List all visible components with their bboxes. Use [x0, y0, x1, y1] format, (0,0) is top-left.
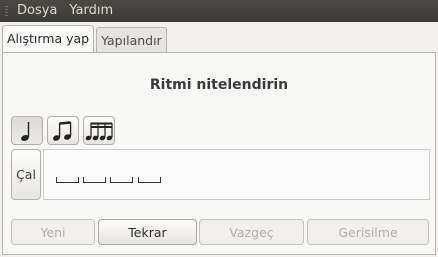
- tab-practice[interactable]: Alıştırma yap: [2, 25, 95, 53]
- menu-dosya[interactable]: Dosya: [11, 0, 63, 22]
- eighth-notes-icon: [53, 120, 72, 141]
- quarter-note-button[interactable]: [11, 116, 43, 145]
- backspace-button[interactable]: Gerisilme: [307, 219, 429, 245]
- beat-slot[interactable]: [83, 177, 106, 183]
- quarter-note-icon: [21, 121, 30, 141]
- beat-slot[interactable]: [138, 177, 161, 183]
- rhythm-answer-area[interactable]: [43, 149, 430, 200]
- eighth-notes-button[interactable]: [47, 116, 79, 145]
- give-up-button[interactable]: Vazgeç: [199, 219, 304, 245]
- play-button[interactable]: Çal: [11, 149, 41, 200]
- tab-configure[interactable]: Yapılandır: [96, 27, 167, 53]
- beat-slot[interactable]: [56, 177, 79, 183]
- sixteenth-notes-icon: [85, 122, 113, 140]
- sixteenth-notes-button[interactable]: [83, 116, 115, 145]
- exercise-title: Ritmi nitelendirin: [149, 77, 289, 93]
- notebook: Alıştırma yap Yapılandır Ritmi nitelendi…: [2, 25, 436, 255]
- repeat-button[interactable]: Tekrar: [98, 219, 197, 245]
- menubar-grip[interactable]: [1, 0, 11, 22]
- menu-yardim[interactable]: Yardım: [63, 0, 119, 22]
- beat-slot[interactable]: [110, 177, 133, 183]
- menubar: Dosya Yardım: [0, 0, 438, 22]
- new-button[interactable]: Yeni: [11, 219, 95, 245]
- tab-bar: Alıştırma yap Yapılandır: [2, 25, 169, 53]
